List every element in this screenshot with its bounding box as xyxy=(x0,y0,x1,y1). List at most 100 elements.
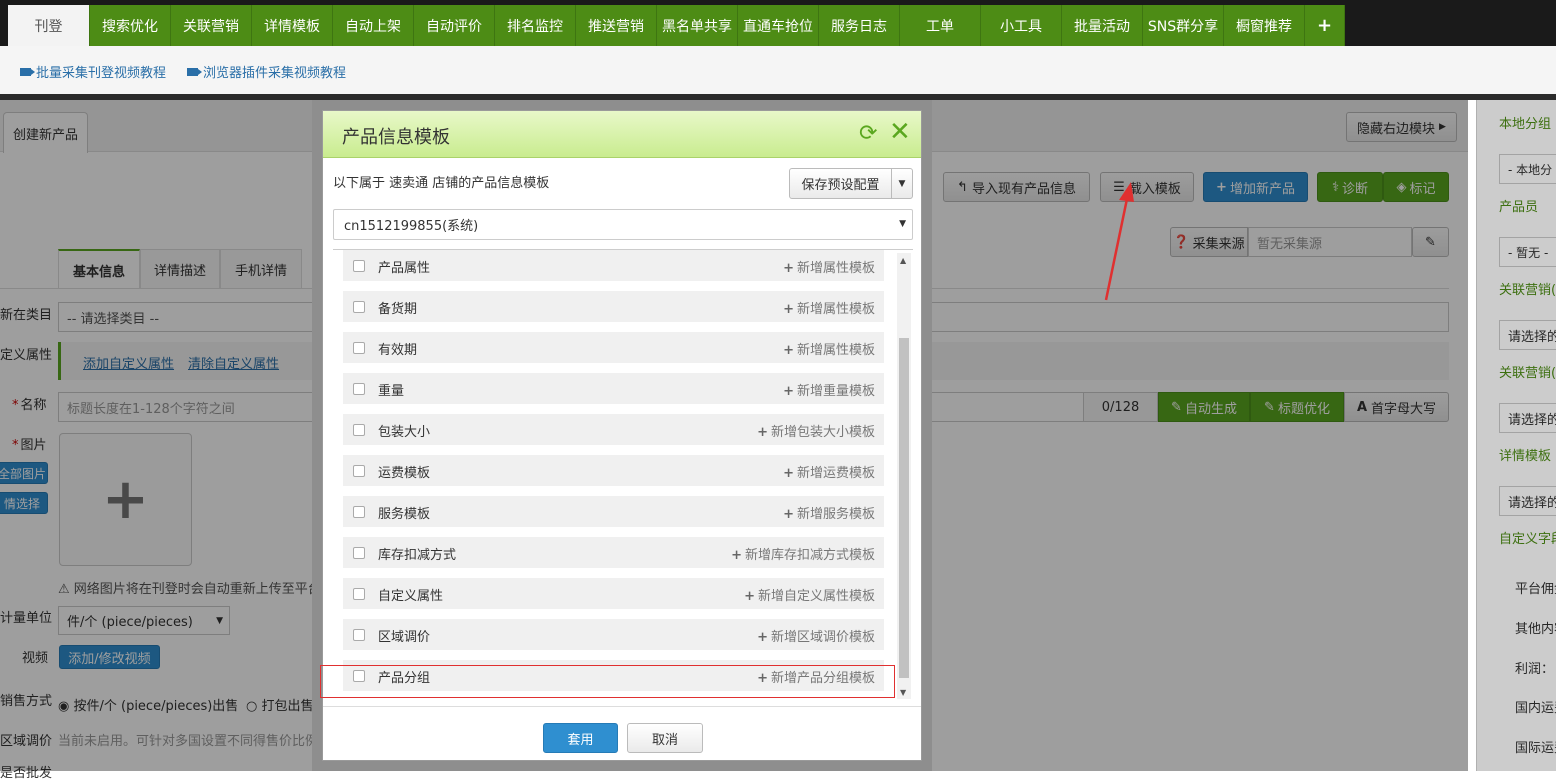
checkbox[interactable] xyxy=(353,465,365,477)
nav-tab-ppc[interactable]: 直通车抢位 xyxy=(738,5,819,46)
list-item[interactable]: 自定义属性 + 新增自定义属性模板 xyxy=(343,578,884,609)
add-template-link[interactable]: + 新增属性模板 xyxy=(783,257,875,276)
add-template-link[interactable]: + 新增区域调价模板 xyxy=(757,626,875,645)
template-source-select[interactable]: cn1512199855(系统) ▼ xyxy=(333,209,913,240)
list-item[interactable]: 有效期 + 新增属性模板 xyxy=(343,332,884,363)
plus-icon: + xyxy=(783,343,794,358)
template-source-value: cn1512199855(系统) xyxy=(344,219,479,234)
caret-down-icon: ▼ xyxy=(899,219,906,229)
template-list: 产品属性 + 新增属性模板 备货期 + 新增属性模板 有效期 + 新增属性模板 重量 + 新增重… xyxy=(333,249,913,703)
checkbox[interactable] xyxy=(353,424,365,436)
nav-tab-tools[interactable]: 小工具 xyxy=(981,5,1062,46)
nav-tab-push-marketing[interactable]: 推送营销 xyxy=(576,5,657,46)
top-nav: 刊登 搜索优化 关联营销 详情模板 自动上架 自动评价 排名监控 推送营销 黑名… xyxy=(0,0,1556,46)
add-template-link[interactable]: + 新增属性模板 xyxy=(783,339,875,358)
item-name: 产品属性 xyxy=(378,261,431,276)
right-backdrop xyxy=(1476,100,1556,771)
save-preset-button[interactable]: 保存预设配置 ▼ xyxy=(789,168,913,199)
nav-tab-window[interactable]: 橱窗推荐 xyxy=(1224,5,1305,46)
list-item[interactable]: 包装大小 + 新增包装大小模板 xyxy=(343,414,884,445)
checkbox[interactable] xyxy=(353,260,365,272)
action-label: 新增服务模板 xyxy=(796,507,875,522)
nav-tab-auto-list[interactable]: 自动上架 xyxy=(333,5,414,46)
list-item[interactable]: 服务模板 + 新增服务模板 xyxy=(343,496,884,527)
cancel-button[interactable]: 取消 xyxy=(627,723,703,753)
nav-tab-rank-monitor[interactable]: 排名监控 xyxy=(495,5,576,46)
action-label: 新增重量模板 xyxy=(796,384,875,399)
checkbox[interactable] xyxy=(353,629,365,641)
plus-icon: + xyxy=(783,302,794,317)
add-template-link[interactable]: + 新增重量模板 xyxy=(783,380,875,399)
modal-footer: 套用 取消 xyxy=(323,706,921,761)
close-icon[interactable]: ✕ xyxy=(889,119,911,145)
nav-tab-service-log[interactable]: 服务日志 xyxy=(819,5,900,46)
caret-down-icon[interactable]: ▼ xyxy=(892,169,912,198)
item-name: 库存扣减方式 xyxy=(378,548,457,563)
scroll-down-icon[interactable]: ▼ xyxy=(900,688,906,697)
checkbox[interactable] xyxy=(353,383,365,395)
link-label: 浏览器插件采集视频教程 xyxy=(203,66,347,81)
action-label: 新增属性模板 xyxy=(796,302,875,317)
item-name: 重量 xyxy=(378,384,405,399)
nav-tab-bulk-activity[interactable]: 批量活动 xyxy=(1062,5,1143,46)
nav-tab-ticket[interactable]: 工单 xyxy=(900,5,981,46)
nav-add-button[interactable]: + xyxy=(1305,5,1345,46)
apply-button[interactable]: 套用 xyxy=(543,723,618,753)
item-name: 自定义属性 xyxy=(378,589,444,604)
action-label: 新增属性模板 xyxy=(796,261,875,276)
nav-tab-sns-share[interactable]: SNS群分享 xyxy=(1143,5,1224,46)
annotation-arrow xyxy=(1104,182,1134,301)
plus-icon: + xyxy=(783,384,794,399)
nav-tab-related-marketing[interactable]: 关联营销 xyxy=(171,5,252,46)
list-item[interactable]: 备货期 + 新增属性模板 xyxy=(343,291,884,322)
add-template-link[interactable]: + 新增运费模板 xyxy=(783,462,875,481)
video-icon xyxy=(187,68,202,76)
list-item[interactable]: 运费模板 + 新增运费模板 xyxy=(343,455,884,486)
nav-tab-blacklist[interactable]: 黑名单共享 xyxy=(657,5,738,46)
sub-nav: 批量采集刊登视频教程 浏览器插件采集视频教程 xyxy=(0,46,1556,94)
modal-header: 产品信息模板 ⟳ ✕ xyxy=(323,111,921,158)
nav-tab-auto-review[interactable]: 自动评价 xyxy=(414,5,495,46)
checkbox[interactable] xyxy=(353,301,365,313)
scroll-thumb[interactable] xyxy=(899,338,909,678)
add-template-link[interactable]: + 新增服务模板 xyxy=(783,503,875,522)
product-template-modal: 产品信息模板 ⟳ ✕ 以下属于 速卖通 店铺的产品信息模板 保存预设配置 ▼ c… xyxy=(322,110,922,761)
add-template-link[interactable]: + 新增包装大小模板 xyxy=(757,421,875,440)
plus-icon: + xyxy=(744,589,755,604)
action-label: 新增库存扣减方式模板 xyxy=(744,548,875,563)
save-preset-label[interactable]: 保存预设配置 xyxy=(790,169,892,198)
list-scrollbar[interactable]: ▲ ▼ xyxy=(897,253,911,699)
action-label: 新增运费模板 xyxy=(796,466,875,481)
action-label: 新增区域调价模板 xyxy=(770,630,875,645)
item-name: 运费模板 xyxy=(378,466,431,481)
list-item[interactable]: 产品属性 + 新增属性模板 xyxy=(343,250,884,281)
add-template-link[interactable]: + 新增属性模板 xyxy=(783,298,875,317)
list-item[interactable]: 库存扣减方式 + 新增库存扣减方式模板 xyxy=(343,537,884,568)
add-template-link[interactable]: + 新增自定义属性模板 xyxy=(744,585,875,604)
checkbox[interactable] xyxy=(353,588,365,600)
list-item[interactable]: 区域调价 + 新增区域调价模板 xyxy=(343,619,884,650)
nav-tab-detail-template[interactable]: 详情模板 xyxy=(252,5,333,46)
plus-icon: + xyxy=(731,548,742,563)
nav-tab-seo[interactable]: 搜索优化 xyxy=(90,5,171,46)
item-name: 服务模板 xyxy=(378,507,431,522)
video-tutorial-link-2[interactable]: 浏览器插件采集视频教程 xyxy=(187,62,346,81)
item-name: 包装大小 xyxy=(378,425,431,440)
checkbox[interactable] xyxy=(353,506,365,518)
highlight-box xyxy=(320,665,895,698)
video-icon xyxy=(20,68,35,76)
plus-icon: + xyxy=(783,261,794,276)
link-label: 批量采集刊登视频教程 xyxy=(36,66,167,81)
checkbox[interactable] xyxy=(353,547,365,559)
list-item[interactable]: 重量 + 新增重量模板 xyxy=(343,373,884,404)
action-label: 新增属性模板 xyxy=(796,343,875,358)
plus-icon: + xyxy=(783,466,794,481)
video-tutorial-link-1[interactable]: 批量采集刊登视频教程 xyxy=(20,62,166,81)
checkbox[interactable] xyxy=(353,342,365,354)
plus-icon: + xyxy=(783,507,794,522)
nav-tab-publish[interactable]: 刊登 xyxy=(8,5,90,46)
scroll-up-icon[interactable]: ▲ xyxy=(900,256,906,265)
add-template-link[interactable]: + 新增库存扣减方式模板 xyxy=(731,544,875,563)
refresh-icon[interactable]: ⟳ xyxy=(859,123,877,145)
item-name: 区域调价 xyxy=(378,630,431,645)
